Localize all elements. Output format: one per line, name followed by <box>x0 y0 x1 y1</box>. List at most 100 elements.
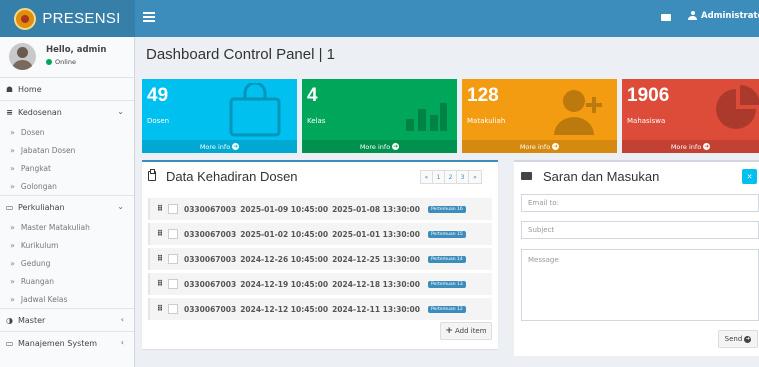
more-info-link[interactable]: More info ➜ <box>622 140 759 153</box>
more-info-link[interactable]: More info ➜ <box>462 140 617 153</box>
drag-handle-icon[interactable]: ⠿ <box>157 280 163 288</box>
row-checkbox[interactable] <box>168 304 178 314</box>
row-end: 2025-01-08 13:30:00 <box>332 204 420 214</box>
send-button[interactable]: Send ➜ <box>718 330 758 348</box>
more-info-label: More info <box>670 142 702 151</box>
sidebar-subitem-jadwal-kelas[interactable]: » Jadwal Kelas <box>0 290 134 308</box>
user-status: Online <box>46 58 76 66</box>
row-nip: 0330067003 <box>184 229 237 239</box>
more-info-link[interactable]: More info ➜ <box>302 140 457 153</box>
page-title: Dashboard Control Panel | 1 <box>146 46 336 63</box>
arrow-circle-right-icon: ➜ <box>744 335 752 343</box>
stat-value: 4 <box>307 85 318 106</box>
stat-label: Matakuliah <box>467 117 506 125</box>
email-field[interactable]: Email to: <box>521 194 759 212</box>
attendance-panel: Data Kehadiran Dosen « 1 2 3 » ⠿ 0330067… <box>142 160 498 349</box>
sidebar-subitem-pangkat[interactable]: » Pangkat <box>0 159 134 177</box>
mail-icon[interactable] <box>661 14 671 21</box>
row-end: 2025-01-01 13:30:00 <box>332 229 420 239</box>
sidebar-item-home[interactable]: ☗ Home <box>0 78 134 100</box>
sidebar-subitem-master-matakuliah[interactable]: » Master Matakuliah <box>0 218 134 236</box>
more-info-link[interactable]: More info ➜ <box>142 140 297 153</box>
user-icon <box>688 11 697 21</box>
sidebar-toggle-icon[interactable] <box>143 12 155 22</box>
double-chevron-icon: » <box>10 294 15 304</box>
add-item-button[interactable]: + Add item <box>440 322 492 340</box>
plus-icon: + <box>445 326 453 336</box>
stat-label: Kelas <box>307 117 326 125</box>
sidebar-subitem-golongan[interactable]: » Golongan <box>0 177 134 195</box>
sidebar-subitem-label: Ruangan <box>20 276 54 286</box>
user-menu-label: Administrator <box>701 11 759 21</box>
row-start: 2024-12-26 10:45:00 <box>240 254 329 264</box>
sidebar-subitem-ruangan[interactable]: » Ruangan <box>0 272 134 290</box>
drag-handle-icon[interactable]: ⠿ <box>157 305 163 313</box>
sidebar-subitem-gedung[interactable]: » Gedung <box>0 254 134 272</box>
sidebar-item-manajemen-system[interactable]: ▭ Manajemen System ‹ <box>0 332 134 354</box>
sidebar-item-perkuliahan[interactable]: ▭ Perkuliahan ⌄ <box>0 196 134 218</box>
stat-value: 1906 <box>627 85 670 106</box>
chevron-down-icon: ⌄ <box>117 107 124 116</box>
row-checkbox[interactable] <box>168 204 178 214</box>
sidebar-item-label: Manajemen System <box>18 338 98 348</box>
arrow-circle-right-icon: ➜ <box>392 142 400 150</box>
app-title: PRESENSI <box>42 10 121 27</box>
arrow-circle-right-icon: ➜ <box>703 142 711 150</box>
message-field[interactable]: Message <box>521 249 759 321</box>
status-badge: Pertemuan 14 <box>428 255 466 263</box>
pager-page-2[interactable]: 2 <box>445 171 457 183</box>
chevron-left-icon: ‹ <box>120 338 124 347</box>
status-badge: Pertemuan 13 <box>428 280 466 288</box>
list-item: ⠿ 0330067003 2024-12-19 10:45:00 2024-12… <box>148 273 492 295</box>
double-chevron-icon: » <box>10 258 15 268</box>
pager-page-3[interactable]: 3 <box>457 171 469 183</box>
row-checkbox[interactable] <box>168 254 178 264</box>
row-checkbox[interactable] <box>168 279 178 289</box>
row-start: 2025-01-02 10:45:00 <box>240 229 329 239</box>
subject-field[interactable]: Subject <box>521 221 759 239</box>
sidebar-item-label: Kedosenan <box>18 107 62 117</box>
list-icon: ≡ <box>6 107 13 117</box>
user-menu[interactable]: Administrator ▾ <box>688 11 759 21</box>
stat-box-kelas: 4 Kelas More info ➜ <box>302 79 457 153</box>
list-item: ⠿ 0330067003 2025-01-02 10:45:00 2025-01… <box>148 223 492 245</box>
sidebar-subitem-label: Golongan <box>20 181 57 191</box>
drag-handle-icon[interactable]: ⠿ <box>157 205 163 213</box>
row-end: 2024-12-18 13:30:00 <box>332 279 420 289</box>
sidebar-subitem-label: Jabatan Dosen <box>20 145 76 155</box>
pie-chart-icon <box>716 85 759 129</box>
sidebar-item-label: Master <box>18 315 46 325</box>
dashboard-icon: ☗ <box>5 84 14 94</box>
row-start: 2024-12-19 10:45:00 <box>240 279 329 289</box>
pager-next[interactable]: » <box>469 171 481 183</box>
laptop-icon: ▭ <box>5 338 14 348</box>
chevron-down-icon: ⌄ <box>117 202 124 211</box>
drag-handle-icon[interactable]: ⠿ <box>157 255 163 263</box>
sidebar-subitem-label: Pangkat <box>20 163 51 173</box>
sidebar-subitem-jabatan-dosen[interactable]: » Jabatan Dosen <box>0 141 134 159</box>
sidebar-item-master[interactable]: ◑ Master ‹ <box>0 309 134 331</box>
double-chevron-icon: » <box>10 276 15 286</box>
pager-page-1[interactable]: 1 <box>433 171 445 183</box>
user-add-icon <box>554 90 602 135</box>
circle-half-icon: ◑ <box>6 315 13 325</box>
close-button[interactable]: ✕ <box>742 169 757 184</box>
sidebar-subitem-kurikulum[interactable]: » Kurikulum <box>0 236 134 254</box>
sidebar-item-kedosenan[interactable]: ≡ Kedosenan ⌄ <box>0 101 134 123</box>
pager-prev[interactable]: « <box>421 171 433 183</box>
envelope-icon <box>521 172 532 180</box>
double-chevron-icon: » <box>10 181 15 191</box>
stat-label: Mahasiswa <box>627 117 666 125</box>
sidebar-subitem-label: Dosen <box>20 127 45 137</box>
drag-handle-icon[interactable]: ⠿ <box>157 230 163 238</box>
status-badge: Pertemuan 15 <box>428 230 466 238</box>
row-checkbox[interactable] <box>168 229 178 239</box>
top-navbar: Administrator ▾ <box>135 0 759 37</box>
list-item: ⠿ 0330067003 2024-12-26 10:45:00 2024-12… <box>148 248 492 270</box>
row-end: 2024-12-25 13:30:00 <box>332 254 420 264</box>
stat-value: 128 <box>467 85 499 106</box>
sidebar-subitem-dosen[interactable]: » Dosen <box>0 123 134 141</box>
double-chevron-icon: » <box>10 127 15 137</box>
subject-placeholder: Subject <box>528 226 555 234</box>
app-logo[interactable]: PRESENSI <box>0 0 135 37</box>
